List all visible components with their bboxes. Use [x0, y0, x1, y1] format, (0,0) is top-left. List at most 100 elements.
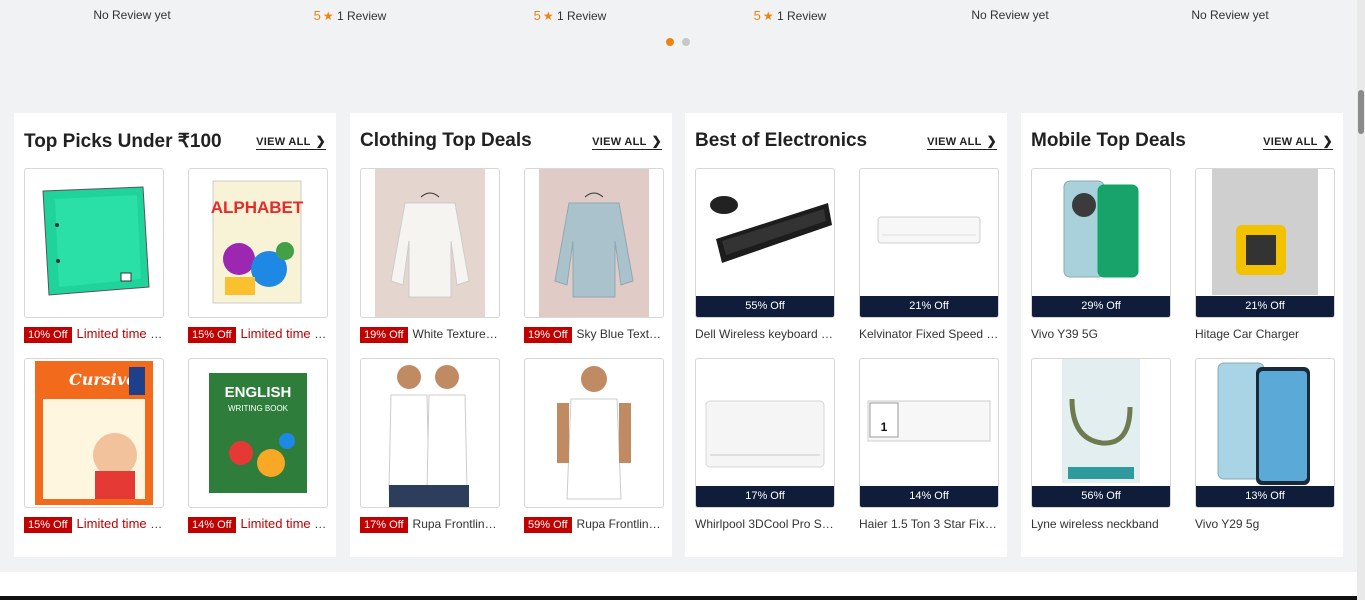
- product-card[interactable]: 21% Off Kelvinator Fixed Speed Split AC: [859, 168, 999, 343]
- carousel-dot-2[interactable]: [682, 38, 690, 46]
- product-image[interactable]: 29% Off: [1031, 168, 1171, 318]
- discount-badge: 14% Off: [188, 517, 236, 533]
- product-title: Vivo Y29 5g: [1195, 517, 1260, 531]
- product-card[interactable]: 56% Off Lyne wireless neckband: [1031, 358, 1171, 533]
- view-all-link[interactable]: VIEW ALL ❯: [1263, 134, 1333, 150]
- product-caption: 14% Off Limited time deal: [188, 515, 328, 533]
- product-card[interactable]: 13% Off Vivo Y29 5g: [1195, 358, 1335, 533]
- panel-mobile: Mobile Top Deals VIEW ALL ❯ 29% Off Vivo …: [1021, 113, 1343, 557]
- product-caption: 19% Off White Textured Cardigan: [360, 325, 500, 343]
- panel-title: Mobile Top Deals: [1031, 130, 1186, 151]
- review-text: 1 Review: [336, 9, 387, 23]
- product-caption: 15% Off Limited time deal: [188, 325, 328, 343]
- product-card[interactable]: 17% Off Rupa Frontline Vest Pack: [360, 358, 500, 533]
- product-title: Whirlpool 3DCool Pro Split AC: [695, 517, 835, 531]
- carousel-dot-1[interactable]: [666, 38, 674, 46]
- product-caption: 17% Off Rupa Frontline Vest Pack: [360, 515, 500, 533]
- discount-badge: 15% Off: [24, 517, 72, 533]
- product-caption: 19% Off Sky Blue Textured Cardigan: [524, 325, 664, 343]
- product-image[interactable]: ALPHABET: [188, 168, 328, 318]
- product-image[interactable]: 13% Off: [1195, 358, 1335, 508]
- chevron-right-icon: ❯: [1322, 134, 1333, 148]
- product-card[interactable]: ENGLISH WRITING BOOK 14% Off Limited time…: [188, 358, 328, 533]
- review-summary: 5 ★ 1 Review: [490, 8, 650, 23]
- panel-title: Top Picks Under ₹100: [24, 131, 222, 152]
- product-card[interactable]: 55% Off Dell Wireless keyboard and Mouse: [695, 168, 835, 343]
- vivo-phone-icon: [1063, 180, 1139, 278]
- product-card[interactable]: 21% Off Hitage Car Charger: [1195, 168, 1335, 343]
- view-all-link[interactable]: VIEW ALL ❯: [256, 134, 326, 150]
- discount-badge: 17% Off: [360, 517, 408, 533]
- review-summary: 5 ★ 1 Review: [710, 8, 870, 23]
- product-image[interactable]: [524, 168, 664, 318]
- split-ac-icon: [877, 216, 981, 244]
- chevron-right-icon: ❯: [986, 134, 997, 148]
- deal-label: Limited time deal: [240, 326, 328, 341]
- discount-badge: 19% Off: [524, 327, 572, 343]
- product-caption: 10% Off Limited time deal: [24, 325, 164, 343]
- product-card[interactable]: 59% Off Rupa Frontline Vest: [524, 358, 664, 533]
- review-text: 1 Review: [776, 9, 827, 23]
- product-image[interactable]: [360, 168, 500, 318]
- star-icon: ★: [542, 9, 554, 23]
- panel-title: Clothing Top Deals: [360, 130, 532, 151]
- product-title: Hitage Car Charger: [1195, 327, 1300, 341]
- product-card[interactable]: 29% Off Vivo Y39 5G: [1031, 168, 1171, 343]
- panel-title: Best of Electronics: [695, 130, 868, 151]
- product-image[interactable]: 55% Off: [695, 168, 835, 318]
- review-summary: No Review yet: [930, 8, 1090, 22]
- product-title: Vivo Y39 5G: [1031, 327, 1098, 341]
- star-icon: ★: [762, 9, 774, 23]
- product-card[interactable]: Cursive 15% Off Limited time deal: [24, 358, 164, 533]
- product-card[interactable]: 17% Off Whirlpool 3DCool Pro Split AC: [695, 358, 835, 533]
- product-image[interactable]: 17% Off: [695, 358, 835, 508]
- split-ac-whirlpool-icon: [705, 400, 825, 468]
- product-card[interactable]: ALPHABET 15% Off Limited time deal: [188, 168, 328, 343]
- view-all-link[interactable]: VIEW ALL ❯: [927, 134, 997, 150]
- product-card[interactable]: 19% Off Sky Blue Textured Cardigan: [524, 168, 664, 343]
- discount-bar: 21% Off: [860, 296, 998, 317]
- product-title: Haier 1.5 Ton 3 Star Fixed Speed AC: [859, 517, 999, 531]
- view-all-link[interactable]: VIEW ALL ❯: [592, 134, 662, 150]
- review-rating: 5: [313, 8, 321, 23]
- discount-bar: 29% Off: [1032, 296, 1170, 317]
- white-cardigan-icon: [375, 169, 485, 317]
- men-vest-icon: [557, 366, 631, 500]
- neckband-earphones-icon: [1062, 359, 1140, 483]
- discount-badge: 59% Off: [524, 517, 572, 533]
- review-text: No Review yet: [1191, 8, 1269, 22]
- alphabet-colouring-book-icon: ALPHABET: [211, 180, 304, 304]
- panel-electronics: Best of Electronics VIEW ALL ❯ 55% Off De…: [685, 113, 1007, 557]
- review-text: No Review yet: [971, 8, 1049, 22]
- product-image[interactable]: 21% Off: [859, 168, 999, 318]
- view-all-label: VIEW ALL: [592, 136, 647, 148]
- page-scrollbar[interactable]: [1357, 0, 1365, 600]
- carousel-dots: [666, 38, 690, 46]
- product-title: Rupa Frontline Vest Pack: [412, 517, 500, 531]
- product-image[interactable]: Cursive: [24, 358, 164, 508]
- review-summary: 5 ★ 1 Review: [270, 8, 430, 23]
- scrollbar-thumb[interactable]: [1358, 90, 1364, 134]
- product-image[interactable]: [524, 358, 664, 508]
- review-text: 1 Review: [556, 9, 607, 23]
- product-image[interactable]: 21% Off: [1195, 168, 1335, 318]
- product-image[interactable]: [24, 168, 164, 318]
- product-title: White Textured Cardigan: [412, 327, 500, 341]
- product-card[interactable]: 1 14% Off Haier 1.5 Ton 3 Star Fixed Spe…: [859, 358, 999, 533]
- product-card[interactable]: 10% Off Limited time deal: [24, 168, 164, 343]
- product-image[interactable]: 56% Off: [1031, 358, 1171, 508]
- review-rating: 5: [533, 8, 541, 23]
- star-icon: ★: [322, 9, 334, 23]
- product-image[interactable]: [360, 358, 500, 508]
- discount-bar: 13% Off: [1196, 486, 1334, 507]
- deal-label: Limited time deal: [76, 326, 164, 341]
- men-vest-pair-icon: [388, 365, 469, 507]
- chevron-right-icon: ❯: [315, 134, 326, 148]
- discount-bar: 17% Off: [696, 486, 834, 507]
- product-image[interactable]: ENGLISH WRITING BOOK: [188, 358, 328, 508]
- blue-cardigan-icon: [539, 169, 649, 317]
- split-ac-haier-icon: 1: [867, 400, 991, 442]
- product-card[interactable]: 19% Off White Textured Cardigan: [360, 168, 500, 343]
- svg-text:ALPHABET: ALPHABET: [211, 198, 304, 217]
- product-image[interactable]: 1 14% Off: [859, 358, 999, 508]
